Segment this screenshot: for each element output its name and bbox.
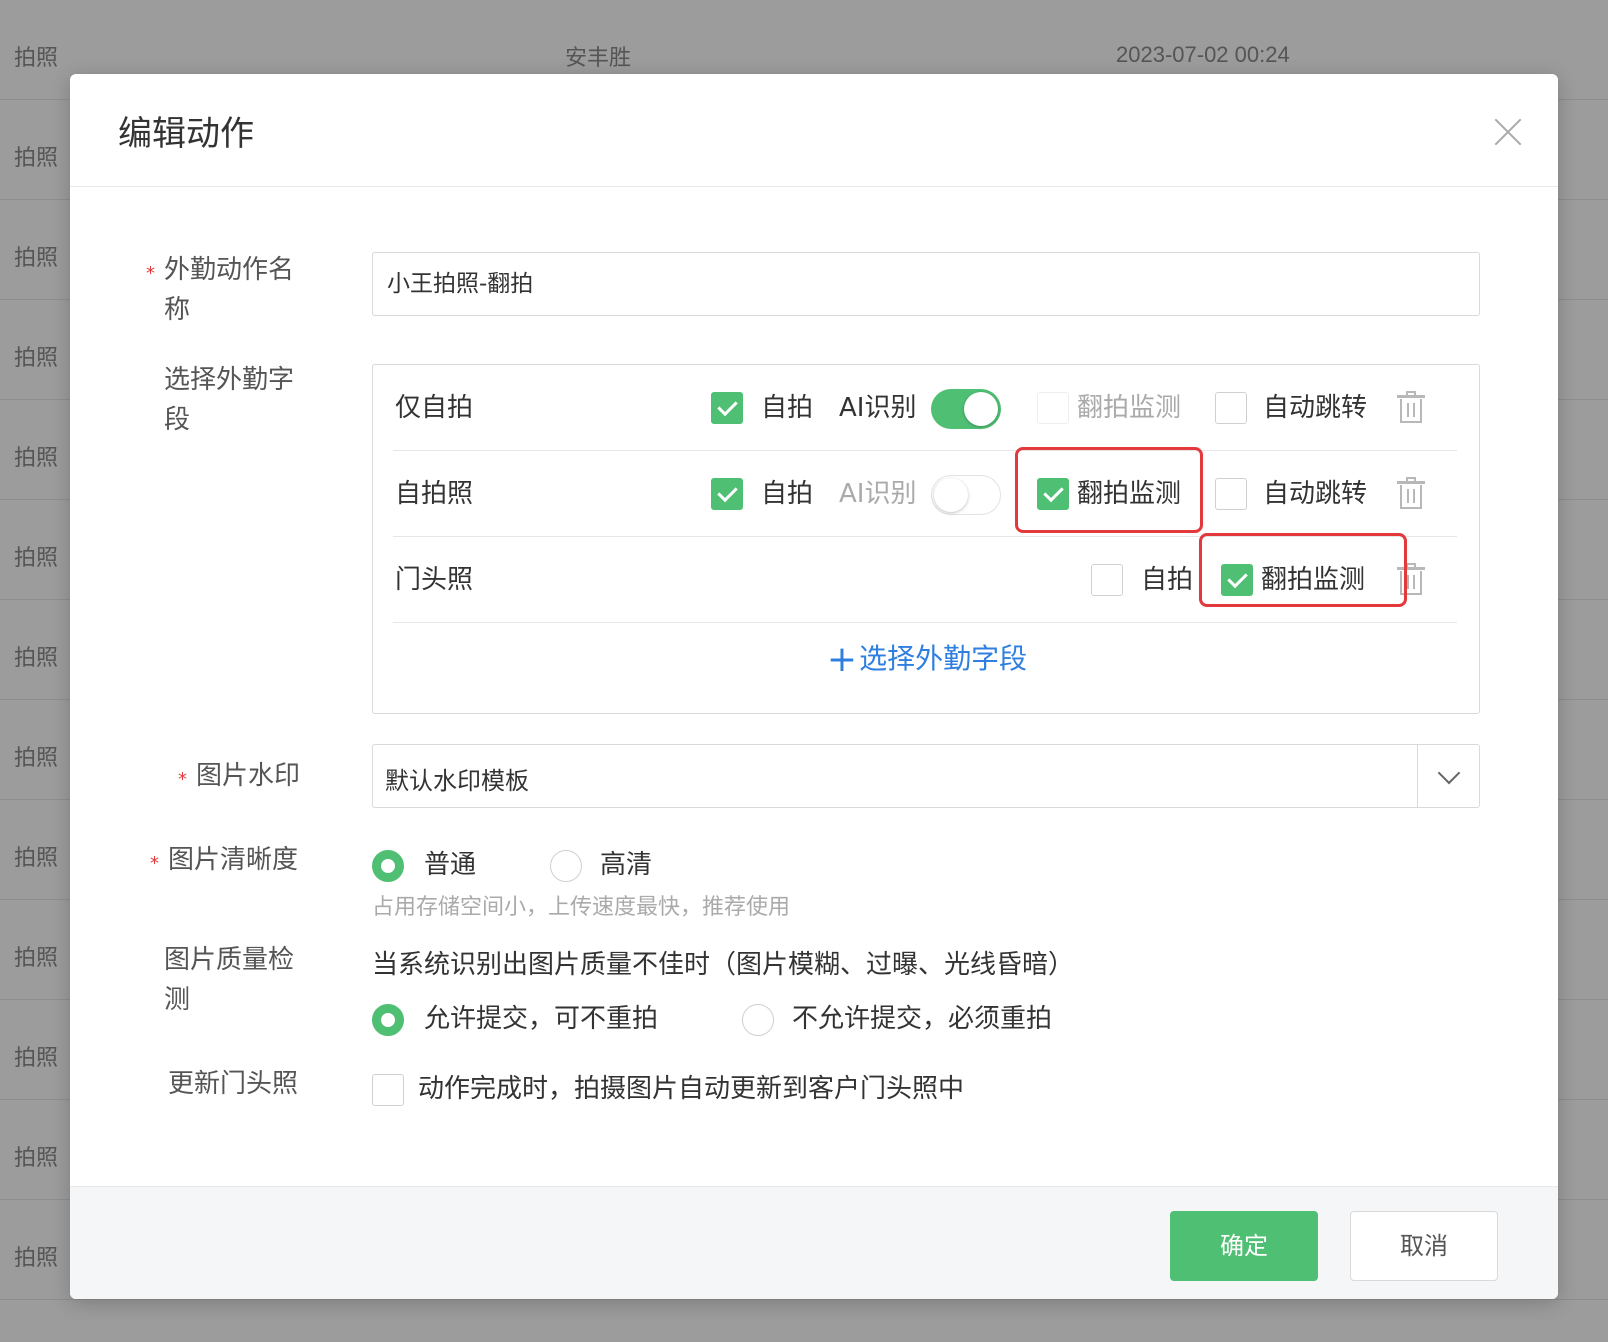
fields-box: 仅自拍 自拍 AI识别 翻拍监测 自动跳转 自拍照 自拍 AI识别 翻拍监测 自… [372,364,1480,714]
trash-icon[interactable] [1397,391,1425,423]
autojump-label: 自动跳转 [1263,393,1368,423]
toggle-knob [964,392,998,426]
clarity-hd-radio[interactable] [550,850,582,882]
fields-label: 选择外勤字 段 [164,360,294,440]
quality-allow-radio[interactable] [372,1004,404,1036]
label-line: 外勤动作名 [164,255,295,285]
row-time: 2023-07-02 00:24 [1116,42,1290,67]
selfie-checkbox[interactable] [711,478,743,510]
row-type: 拍照 [14,646,59,671]
watermark-label: 图片水印 [178,756,300,800]
field-row: 仅自拍 自拍 AI识别 翻拍监测 自动跳转 [393,365,1457,451]
autojump-label: 自动跳转 [1263,479,1368,509]
highlight-box [1015,447,1203,533]
action-name-label: 外勤动作名 称 [146,250,295,330]
action-name-input[interactable]: 小王拍照-翻拍 [372,252,1480,316]
plus-icon: + [826,639,858,680]
highlight-box [1199,533,1407,607]
row-type: 拍照 [14,846,59,871]
selfie-label: 自拍 [1141,565,1194,595]
add-field-label: 选择外勤字段 [859,642,1028,675]
chevron-down-icon[interactable] [1417,745,1479,807]
quality-deny-radio[interactable] [742,1004,774,1036]
row-type: 拍照 [14,546,59,571]
label-line: 称 [164,295,191,325]
confirm-button[interactable]: 确定 [1170,1211,1318,1281]
clarity-normal-label: 普通 [424,850,477,880]
watermark-select[interactable]: 默认水印模板 [372,744,1480,808]
ai-label: AI识别 [839,479,917,509]
ai-label: AI识别 [839,393,917,423]
selfie-checkbox[interactable] [1091,564,1123,596]
field-name: 门头照 [395,565,474,595]
field-row: 自拍照 自拍 AI识别 翻拍监测 自动跳转 [393,447,1457,537]
row-type: 拍照 [14,1046,59,1071]
close-icon[interactable] [1488,112,1528,152]
row-type: 拍照 [14,1146,59,1171]
quality-description: 当系统识别出图片质量不佳时（图片模糊、过曝、光线昏暗） [372,950,1075,980]
dialog-header: 编辑动作 [70,74,1558,187]
edit-action-dialog: 编辑动作 外勤动作名 称 小王拍照-翻拍 选择外勤字 段 仅自拍 自拍 AI识别… [70,74,1558,1299]
clarity-normal-radio[interactable] [372,850,404,882]
dialog-footer: 确定 取消 [70,1186,1558,1299]
row-type: 拍照 [14,146,59,171]
quality-label: 图片质量检 测 [164,940,294,1020]
row-type: 拍照 [14,246,59,271]
field-name: 仅自拍 [395,393,474,423]
add-field-button[interactable]: +选择外勤字段 [373,637,1481,680]
trash-icon[interactable] [1397,477,1425,509]
clarity-hint: 占用存储空间小，上传速度最快，推荐使用 [372,895,791,920]
autojump-checkbox[interactable] [1215,392,1247,424]
ai-toggle[interactable] [931,389,1001,429]
selfie-checkbox[interactable] [711,392,743,424]
field-row: 门头照 自拍 翻拍监测 [393,533,1457,623]
label-line: 选择外勤字 [164,365,295,395]
clarity-label: 图片清晰度 [150,840,298,884]
row-type: 拍照 [14,346,59,371]
update-photo-label: 更新门头照 [168,1069,299,1099]
label-line: 段 [164,405,191,435]
field-name: 自拍照 [395,479,474,509]
watermark-value: 默认水印模板 [385,767,529,795]
selfie-label: 自拍 [761,393,814,423]
ai-toggle[interactable] [931,475,1001,515]
label-line: 图片质量检 [164,945,295,975]
label-line: 测 [164,985,191,1015]
selfie-label: 自拍 [761,479,814,509]
quality-allow-label: 允许提交，可不重拍 [424,1004,659,1034]
toggle-knob [934,478,968,512]
row-name: 安丰胜 [565,46,632,71]
update-photo-text: 动作完成时，拍摄图片自动更新到客户门头照中 [418,1074,965,1104]
row-type: 拍照 [14,46,59,71]
recapture-label: 翻拍监测 [1077,393,1182,423]
row-type: 拍照 [14,746,59,771]
update-photo-checkbox[interactable] [372,1074,404,1106]
quality-deny-label: 不允许提交，必须重拍 [792,1004,1053,1034]
clarity-hd-label: 高清 [600,850,653,880]
row-type: 拍照 [14,1246,59,1271]
autojump-checkbox[interactable] [1215,478,1247,510]
dialog-title: 编辑动作 [118,114,254,154]
row-type: 拍照 [14,446,59,471]
cancel-button[interactable]: 取消 [1350,1211,1498,1281]
row-type: 拍照 [14,946,59,971]
recapture-checkbox[interactable] [1037,392,1069,424]
